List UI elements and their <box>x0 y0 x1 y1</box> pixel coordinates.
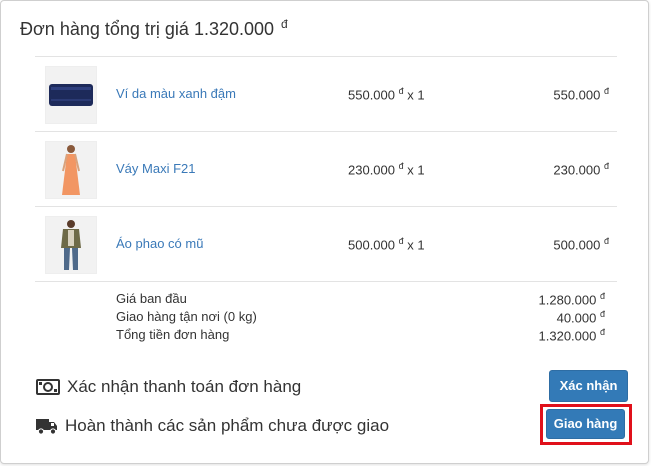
total-value: 1.320.000 đ <box>538 327 605 344</box>
delivery-text: Hoàn thành các sản phẩm chưa được giao <box>65 416 390 435</box>
line-total: 550.000 đ <box>553 86 609 103</box>
money-icon <box>36 379 60 395</box>
order-item: Ví da màu xanh đậm 550.000 đ x 1 550.000… <box>35 57 617 131</box>
order-title: Đơn hàng tổng trị giá 1.320.000 đ <box>20 17 288 40</box>
subtotal-label: Giá ban đầu <box>116 291 187 306</box>
order-item: Váy Maxi F21 230.000 đ x 1 230.000 đ <box>35 132 617 206</box>
confirm-payment-button[interactable]: Xác nhận <box>549 370 628 402</box>
shipping-label: Giao hàng tận nơi (0 kg) <box>116 309 257 324</box>
hooded-jacket-image[interactable] <box>45 216 97 274</box>
maxi-dress-image[interactable] <box>45 141 97 199</box>
line-total: 230.000 đ <box>553 161 609 178</box>
truck-icon <box>36 417 58 435</box>
order-item: Áo phao có mũ 500.000 đ x 1 500.000 đ <box>35 207 617 281</box>
payment-row: Xác nhận thanh toán đơn hàng <box>36 377 301 397</box>
product-link[interactable]: Áo phao có mũ <box>116 236 203 251</box>
shipping-value: 40.000 đ <box>556 309 605 326</box>
unit-price: 230.000 đ x 1 <box>348 161 425 178</box>
unit-price: 550.000 đ x 1 <box>348 86 425 103</box>
order-title-currency: đ <box>281 17 288 31</box>
order-panel: Đơn hàng tổng trị giá 1.320.000 đ Ví da … <box>0 0 649 464</box>
product-link[interactable]: Váy Maxi F21 <box>116 161 195 176</box>
product-link[interactable]: Ví da màu xanh đậm <box>116 86 236 101</box>
total-label: Tổng tiền đơn hàng <box>116 327 230 342</box>
subtotal-value: 1.280.000 đ <box>538 291 605 308</box>
line-total: 500.000 đ <box>553 236 609 253</box>
unit-price: 500.000 đ x 1 <box>348 236 425 253</box>
payment-text: Xác nhận thanh toán đơn hàng <box>67 377 302 396</box>
ship-button[interactable]: Giao hàng <box>546 409 625 439</box>
order-title-prefix: Đơn hàng tổng trị giá <box>20 19 189 39</box>
divider <box>35 281 617 282</box>
delivery-row: Hoàn thành các sản phẩm chưa được giao <box>36 416 389 436</box>
order-title-amount: 1.320.000 <box>193 19 275 39</box>
wallet-image[interactable] <box>45 66 97 124</box>
